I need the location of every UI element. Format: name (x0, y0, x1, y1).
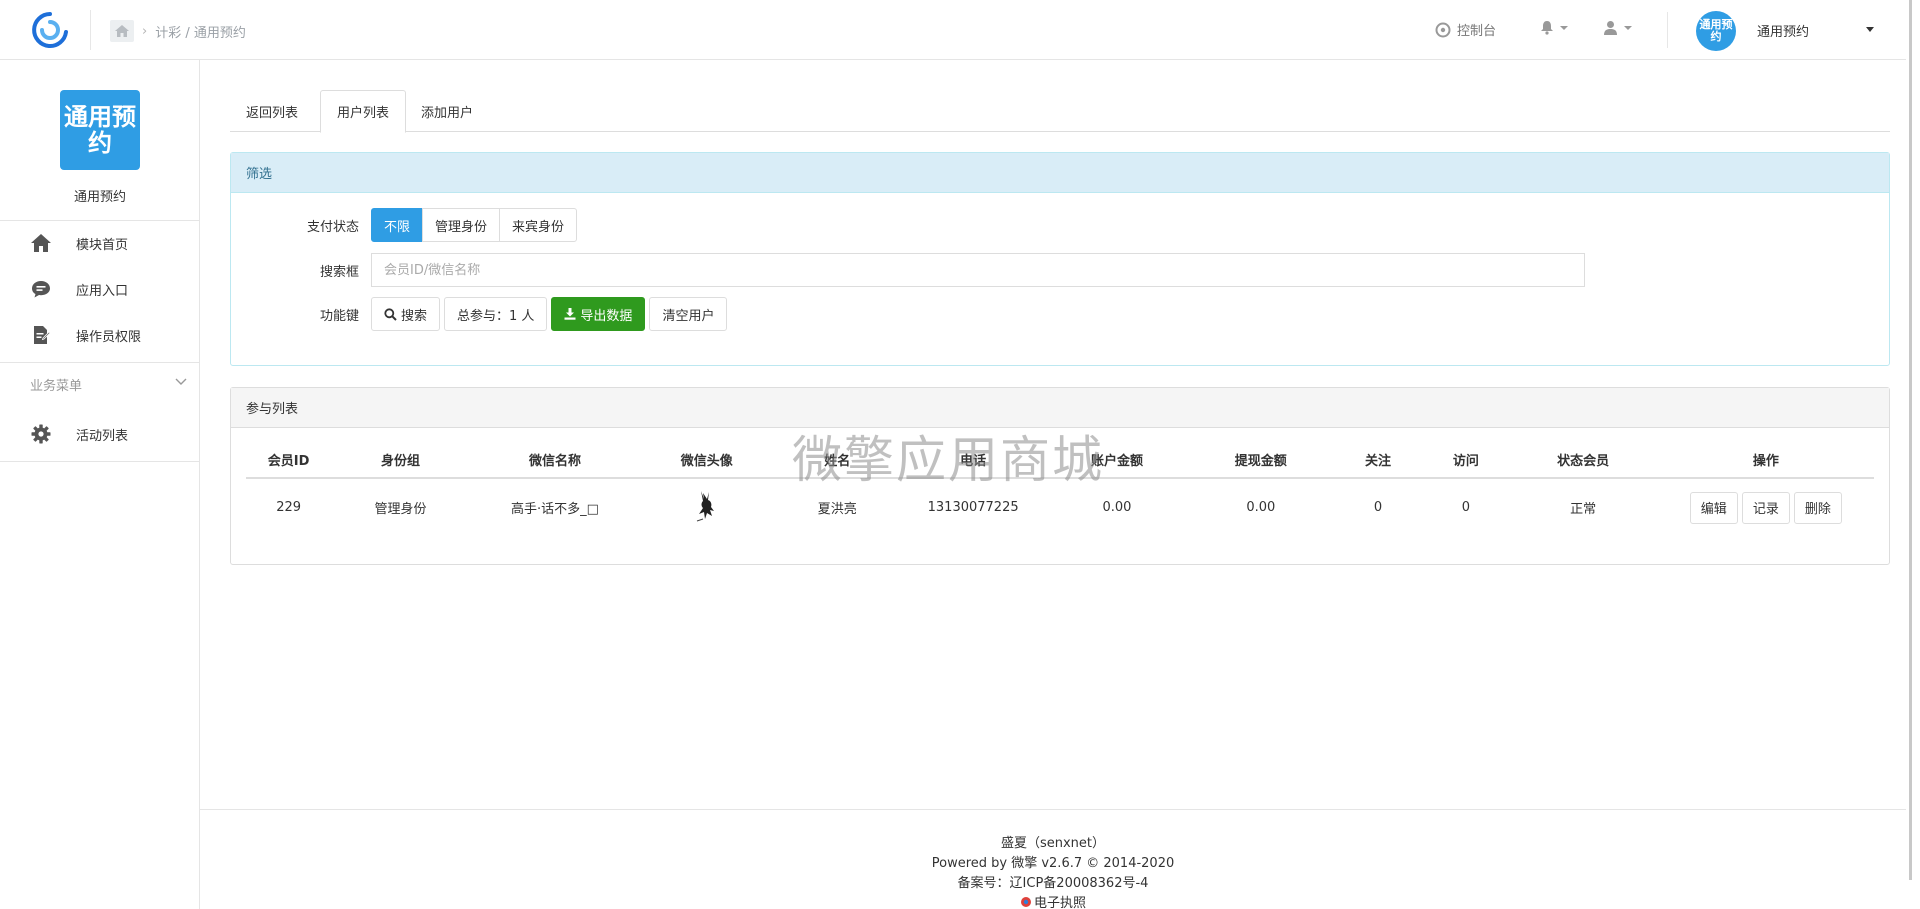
sidebar-item-activity-list[interactable]: 活动列表 (0, 414, 199, 454)
group-cell: 管理身份 (374, 502, 427, 517)
filter-panel-title: 筛选 (231, 153, 1889, 193)
caret-down-icon (1560, 25, 1568, 30)
column-header: 关注 (1332, 442, 1424, 479)
export-button[interactable]: 导出数据 (551, 297, 646, 331)
column-header: 操作 (1657, 442, 1874, 479)
pay-status-row: 支付状态 不限 管理身份 来宾身份 (231, 208, 578, 242)
tab-user-list[interactable]: 用户列表 (320, 90, 407, 133)
sidebar-item-label: 操作员权限 (76, 329, 142, 345)
total-participants: 总参与：1 人 (444, 297, 548, 331)
status-cell: 正常 (1570, 502, 1597, 517)
sidebar-item-label: 模块首页 (76, 237, 129, 253)
divider (0, 220, 199, 221)
bell-icon (1541, 21, 1553, 35)
home-icon[interactable] (110, 20, 134, 42)
footer-license[interactable]: 电子执照 (200, 894, 1906, 909)
chevron-down-icon (175, 378, 187, 385)
scrollbar[interactable] (1906, 0, 1920, 909)
column-header: 会员ID (246, 442, 332, 479)
divider (0, 362, 199, 363)
search-label: 搜索框 (319, 264, 359, 280)
watermark: 微擎应用商城 (792, 431, 1104, 489)
tab-back-to-list[interactable]: 返回列表 (230, 90, 314, 132)
download-icon (564, 308, 576, 320)
avatar (696, 490, 714, 521)
visit-cell: 0 (1461, 500, 1471, 515)
pay-status-option-guest[interactable]: 来宾身份 (499, 208, 578, 242)
pay-status-label: 支付状态 (306, 219, 359, 235)
column-header: 状态会员 (1508, 442, 1658, 479)
delete-button[interactable]: 删除 (1793, 491, 1842, 524)
clear-users-button[interactable]: 清空用户 (649, 297, 728, 331)
divider (1667, 12, 1668, 48)
sidebar-item-label: 活动列表 (76, 428, 129, 444)
sidebar-group-business[interactable]: 业务菜单 (0, 366, 199, 402)
functions-label: 功能键 (319, 308, 359, 324)
functions-row: 功能键 搜索 总参与：1 人 导出数据 清空用户 (231, 297, 728, 331)
edit-button[interactable]: 编辑 (1689, 491, 1738, 524)
chevron-right-icon: › (142, 23, 148, 39)
sidebar-item-permissions[interactable]: 操作员权限 (0, 315, 199, 355)
divider (90, 10, 91, 50)
follow-cell: 0 (1373, 500, 1383, 515)
gear-icon (30, 423, 52, 445)
wechat-name-cell: 高手·话不多_□ (511, 502, 599, 517)
console-link[interactable]: 控制台 (1435, 20, 1496, 39)
divider (0, 461, 199, 462)
top-bar: › 计彩 / 通用预约 控制台 通用预约 通用预约 (0, 0, 1906, 60)
breadcrumb-text[interactable]: 计彩 / 通用预约 (155, 22, 246, 41)
user-icon (1604, 21, 1617, 35)
search-icon (384, 307, 397, 321)
footer: 盛夏（senxnet） Powered by 微擎 v2.6.7 © 2014-… (200, 809, 1906, 909)
column-header: 访问 (1423, 442, 1509, 479)
sidebar-item-app-entry[interactable]: 应用入口 (0, 269, 199, 309)
search-input[interactable] (371, 253, 1585, 287)
license-icon (1020, 897, 1031, 907)
search-button-label: 搜索 (401, 308, 428, 324)
user-menu[interactable] (1603, 20, 1632, 35)
withdraw-cell: 0.00 (1246, 500, 1276, 515)
scrollbar-thumb[interactable] (1909, 0, 1912, 880)
module-title: 通用预约 (73, 190, 126, 205)
filter-panel: 筛选 支付状态 不限管理身份来宾身份 搜索框 功能键 搜索 总参与：1 人 导出… (230, 152, 1890, 366)
tab-add-user[interactable]: 添加用户 (405, 90, 489, 132)
breadcrumb: › 计彩 / 通用预约 (110, 20, 246, 42)
record-button[interactable]: 记录 (1741, 491, 1790, 524)
pay-status-option-admin[interactable]: 管理身份 (422, 208, 501, 242)
column-header: 提现金额 (1188, 442, 1333, 479)
app-avatar[interactable]: 通用预约 (1696, 11, 1736, 51)
pay-status-option-all[interactable]: 不限 (371, 208, 424, 242)
chat-icon (30, 278, 52, 300)
sidebar-item-home[interactable]: 模块首页 (0, 223, 199, 263)
app-logo-icon[interactable] (28, 10, 72, 50)
avatar-cell (640, 478, 773, 536)
footer-icp[interactable]: 备案号：辽ICP备20008362号-4 (200, 874, 1906, 894)
notification-menu[interactable] (1540, 20, 1568, 35)
footer-license-label: 电子执照 (1033, 896, 1086, 909)
caret-down-icon (1624, 25, 1632, 30)
module-logo: 通用预约 (60, 90, 140, 170)
sidebar: 通用预约 通用预约 模块首页 应用入口 操作员权限 业务菜单 活动列表 (0, 60, 200, 909)
footer-powered-by[interactable]: Powered by 微擎 v2.6.7 © 2014-2020 (200, 854, 1906, 874)
sidebar-group-label: 业务菜单 (30, 378, 83, 394)
current-app-name[interactable]: 通用预约 (1757, 21, 1809, 40)
document-edit-icon (30, 324, 52, 346)
caret-down-icon[interactable] (1866, 27, 1874, 32)
search-button[interactable]: 搜索 (371, 297, 441, 331)
search-row: 搜索框 (231, 253, 1585, 287)
dashboard-icon (1435, 22, 1451, 37)
column-header: 身份组 (331, 442, 470, 479)
tab-bar: 返回列表 用户列表 添加用户 (230, 90, 1890, 133)
pay-status-group: 不限 管理身份 来宾身份 (371, 208, 578, 242)
export-button-label: 导出数据 (580, 308, 633, 324)
console-label: 控制台 (1457, 24, 1497, 39)
column-header: 微信头像 (640, 442, 774, 479)
operations-cell: 编辑 记录 删除 (1658, 478, 1874, 536)
column-header: 微信名称 (469, 442, 641, 479)
home-icon (30, 232, 52, 254)
footer-company: 盛夏（senxnet） (1000, 836, 1106, 851)
sidebar-item-label: 应用入口 (76, 283, 129, 299)
member-id-cell: 229 (276, 500, 302, 515)
